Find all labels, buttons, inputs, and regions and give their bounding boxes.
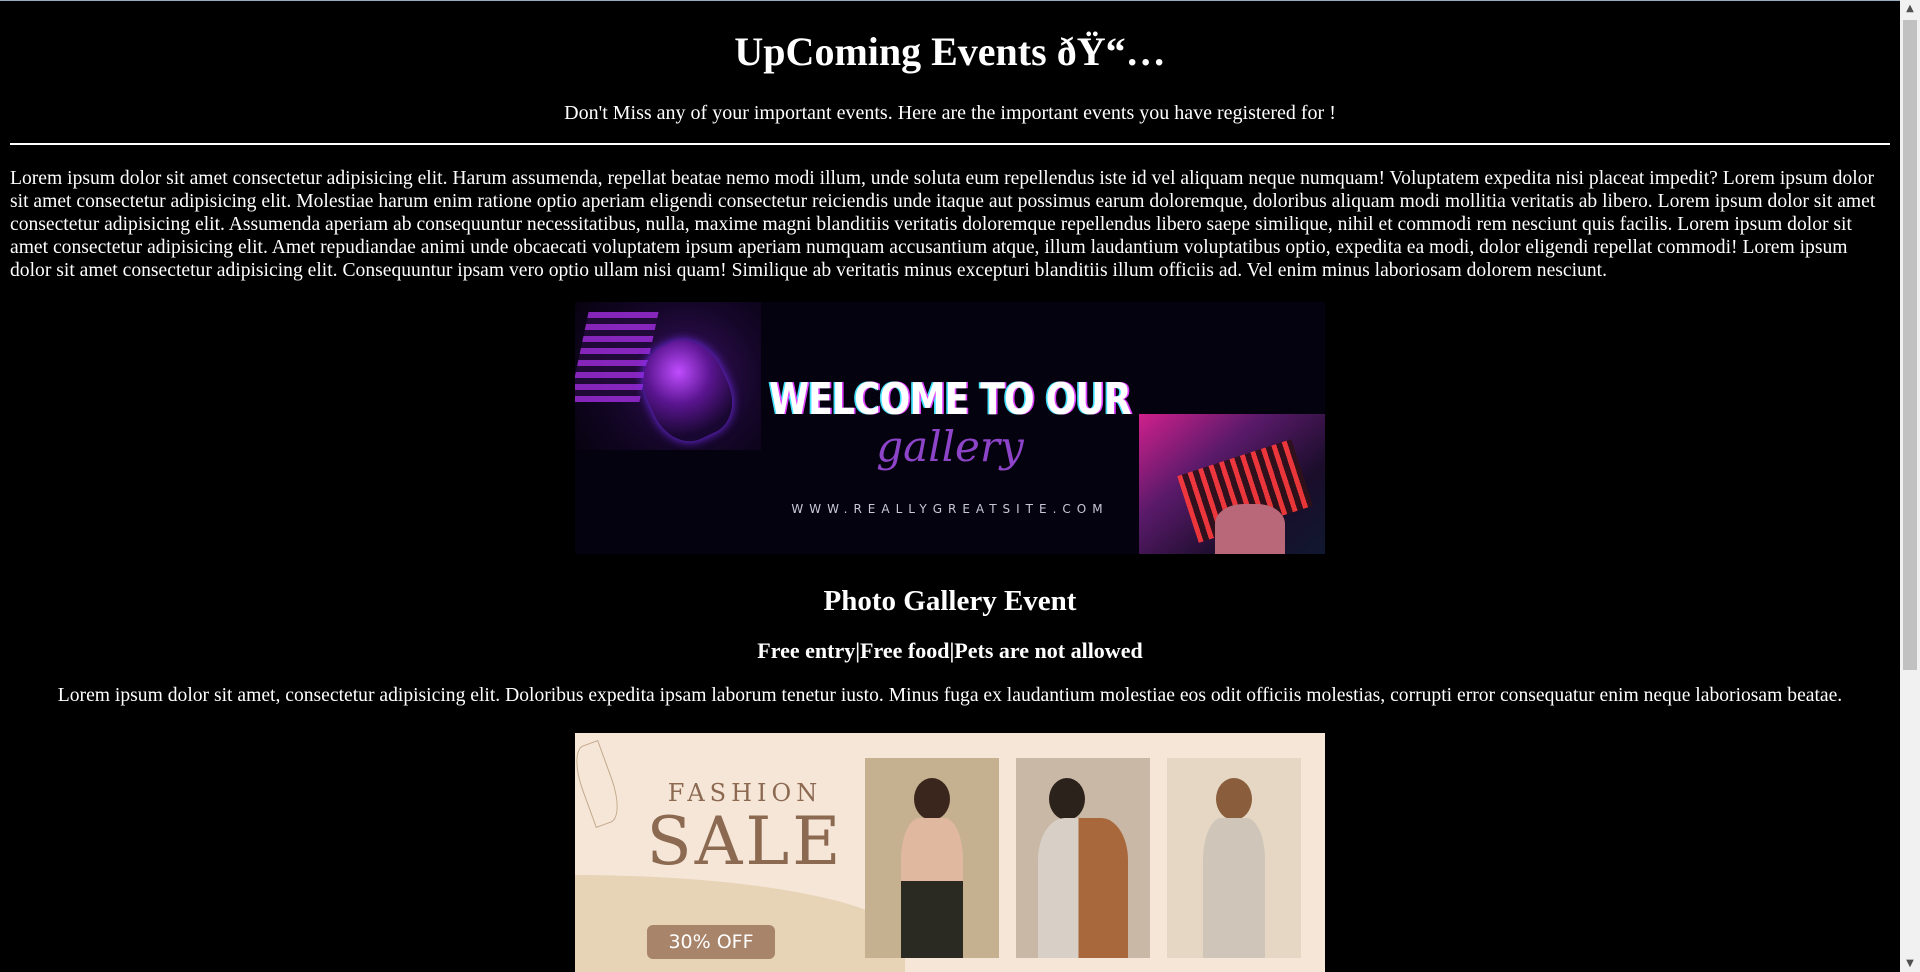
scroll-down-arrow-icon[interactable]: ▼ bbox=[1900, 955, 1920, 972]
model-photo bbox=[1016, 758, 1150, 958]
event-fashion-sale: FASHION SALE 30% OFF bbox=[10, 733, 1890, 972]
model-photo bbox=[1167, 758, 1301, 958]
event-description: Lorem ipsum dolor sit amet, consectetur … bbox=[57, 685, 1843, 706]
gallery-banner-image: WELCOME TO OUR gallery WWW.REALLYGREATSI… bbox=[575, 302, 1325, 554]
divider bbox=[10, 143, 1890, 145]
page-title: UpComing Events ðŸ“… bbox=[734, 29, 1166, 74]
page-subtitle: Don't Miss any of your important events.… bbox=[564, 102, 1336, 124]
scroll-thumb[interactable] bbox=[1903, 20, 1917, 670]
vertical-scrollbar[interactable]: ▲ ▼ bbox=[1900, 0, 1920, 972]
model-photo bbox=[865, 758, 999, 958]
banner-headline: WELCOME TO OUR bbox=[769, 374, 1132, 425]
event-tags: Free entry|Free food|Pets are not allowe… bbox=[757, 638, 1143, 663]
scroll-up-arrow-icon[interactable]: ▲ bbox=[1900, 0, 1920, 17]
banner-sale-text: SALE bbox=[646, 803, 844, 880]
page-content: UpComing Events ðŸ“… Don't Miss any of y… bbox=[0, 29, 1900, 972]
fashion-sale-banner-image: FASHION SALE 30% OFF bbox=[575, 733, 1325, 972]
discount-badge: 30% OFF bbox=[647, 925, 775, 959]
event-photo-gallery: WELCOME TO OUR gallery WWW.REALLYGREATSI… bbox=[10, 302, 1890, 708]
banner-url: WWW.REALLYGREATSITE.COM bbox=[791, 502, 1109, 516]
page-viewport: UpComing Events ðŸ“… Don't Miss any of y… bbox=[0, 0, 1900, 972]
intro-paragraph: Lorem ipsum dolor sit amet consectetur a… bbox=[10, 168, 1876, 281]
banner-script-text: gallery bbox=[876, 422, 1024, 471]
event-title: Photo Gallery Event bbox=[823, 585, 1077, 617]
